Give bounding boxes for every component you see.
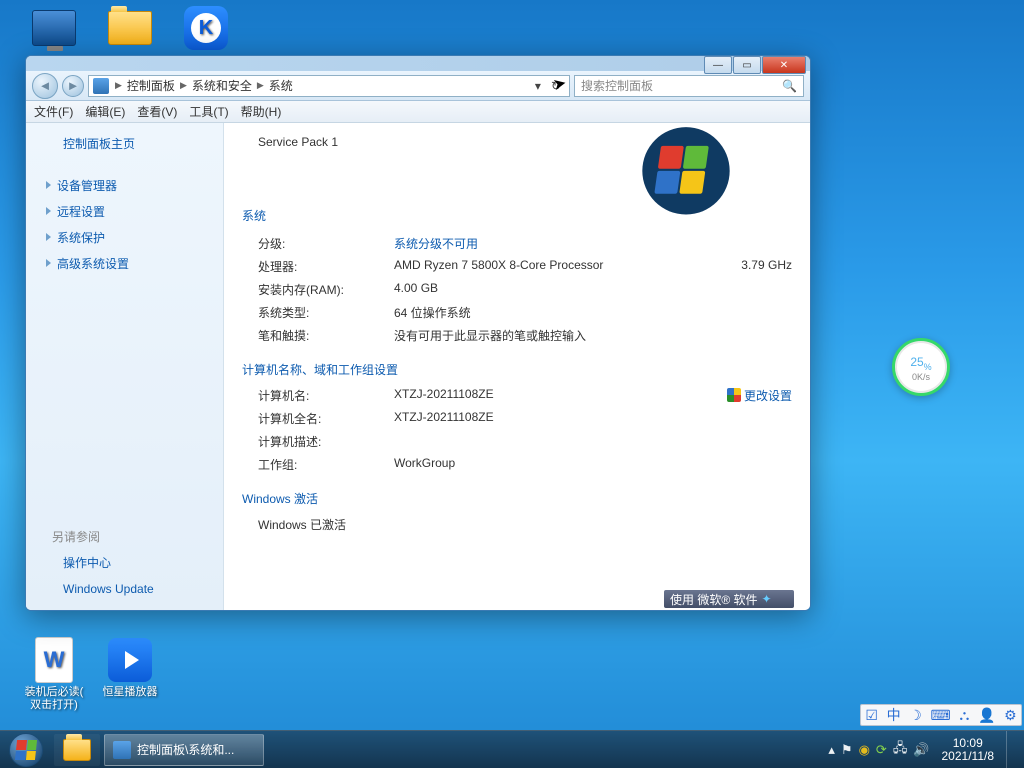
cpu-value: AMD Ryzen 7 5800X 8-Core Processor bbox=[394, 258, 741, 275]
compname-value: XTZJ-20211108ZE bbox=[394, 387, 727, 404]
sidebar: 控制面板主页 设备管理器 远程设置 系统保护 高级系统设置 另请参阅 操作中心 … bbox=[26, 123, 224, 610]
sidebar-system-protection[interactable]: 系统保护 bbox=[46, 229, 223, 247]
ime-check-icon[interactable]: ☑ bbox=[865, 707, 878, 724]
rating-link[interactable]: 系统分级不可用 bbox=[394, 235, 792, 252]
search-icon[interactable]: 🔍 bbox=[782, 79, 797, 93]
start-button[interactable] bbox=[0, 731, 52, 768]
section-activation: Windows 激活 bbox=[242, 490, 792, 507]
ime-star-icon[interactable]: ⛬ bbox=[959, 707, 969, 724]
menu-edit[interactable]: 编辑(E) bbox=[85, 103, 125, 120]
search-input[interactable]: 搜索控制面板 🔍 bbox=[574, 75, 804, 97]
minimize-button[interactable]: — bbox=[704, 56, 732, 74]
section-computer-name: 计算机名称、域和工作组设置 bbox=[242, 361, 792, 378]
menu-help[interactable]: 帮助(H) bbox=[241, 103, 282, 120]
breadcrumb-sep-icon: ▶ bbox=[115, 80, 122, 91]
change-settings-link[interactable]: 更改设置 bbox=[727, 387, 792, 404]
breadcrumb-system[interactable]: 系统 bbox=[266, 77, 296, 94]
workgroup-label: 工作组: bbox=[258, 456, 394, 473]
cpu-label: 处理器: bbox=[258, 258, 394, 275]
search-placeholder: 搜索控制面板 bbox=[581, 77, 653, 94]
ime-moon-icon[interactable]: ☽ bbox=[909, 707, 922, 724]
tray-volume-icon[interactable]: 🔊 bbox=[913, 742, 929, 758]
compname-label: 计算机名: bbox=[258, 387, 394, 404]
compfull-value: XTZJ-20211108ZE bbox=[394, 410, 792, 427]
system-tray: ▴ ⚑ ◉ ⟳ 🖧 🔊 10:09 2021/11/8 bbox=[828, 731, 1024, 768]
tray-refresh-icon[interactable]: ⟳ bbox=[876, 742, 887, 758]
desktop-icon-computer[interactable] bbox=[18, 4, 90, 54]
system-window: — ▭ ✕ ◄ ► ▶ 控制面板 ▶ 系统和安全 ▶ 系统 ▾ ↻ 搜索控制面板… bbox=[25, 55, 811, 611]
windows-logo-icon bbox=[610, 123, 762, 227]
tray-network-icon[interactable]: 🖧 bbox=[893, 739, 908, 761]
control-panel-icon bbox=[113, 741, 131, 759]
menu-file[interactable]: 文件(F) bbox=[34, 103, 73, 120]
sidebar-windows-update[interactable]: Windows Update bbox=[46, 580, 223, 598]
activation-status: Windows 已激活 bbox=[258, 516, 346, 533]
compdesc-label: 计算机描述: bbox=[258, 433, 394, 450]
ime-toolbar[interactable]: ☑ 中 ☽ ⌨ ⛬ 👤 ⚙ bbox=[860, 704, 1022, 726]
nav-forward-button[interactable]: ► bbox=[62, 75, 84, 97]
sidebar-device-manager[interactable]: 设备管理器 bbox=[46, 177, 223, 195]
tray-shield-icon[interactable]: ◉ bbox=[859, 742, 870, 758]
show-desktop-button[interactable] bbox=[1006, 731, 1020, 768]
perf-widget[interactable]: 25% 0K/s bbox=[892, 338, 950, 396]
breadcrumb-system-security[interactable]: 系统和安全 bbox=[189, 77, 255, 94]
address-bar[interactable]: ▶ 控制面板 ▶ 系统和安全 ▶ 系统 ▾ ↻ bbox=[88, 75, 570, 97]
rating-label: 分级: bbox=[258, 235, 394, 252]
sidebar-remote-settings[interactable]: 远程设置 bbox=[46, 203, 223, 221]
sidebar-action-center[interactable]: 操作中心 bbox=[46, 554, 223, 572]
menu-tools[interactable]: 工具(T) bbox=[189, 103, 228, 120]
systype-value: 64 位操作系统 bbox=[394, 304, 792, 321]
workgroup-value: WorkGroup bbox=[394, 456, 792, 473]
ime-user-icon[interactable]: 👤 bbox=[978, 707, 995, 724]
control-panel-icon bbox=[93, 78, 109, 94]
breadcrumb-control-panel[interactable]: 控制面板 bbox=[124, 77, 178, 94]
close-button[interactable]: ✕ bbox=[762, 56, 806, 74]
refresh-icon[interactable]: ↻ bbox=[547, 79, 565, 93]
windows-flag-icon bbox=[15, 740, 37, 760]
content-pane: Service Pack 1 系统 分级:系统分级不可用 处理器:AMD Ryz… bbox=[224, 123, 810, 610]
desktop-icon-k-app[interactable]: K bbox=[170, 4, 242, 54]
sidebar-home[interactable]: 控制面板主页 bbox=[46, 135, 223, 153]
ime-lang-icon[interactable]: 中 bbox=[887, 705, 901, 725]
compfull-label: 计算机全名: bbox=[258, 410, 394, 427]
systype-label: 系统类型: bbox=[258, 304, 394, 321]
desktop-icon-readme[interactable]: W装机后必读( 双击打开) bbox=[18, 636, 90, 712]
tray-clock[interactable]: 10:09 2021/11/8 bbox=[936, 737, 1001, 763]
ime-keyboard-icon[interactable]: ⌨ bbox=[931, 707, 951, 724]
address-dropdown-icon[interactable]: ▾ bbox=[531, 79, 545, 93]
maximize-button[interactable]: ▭ bbox=[733, 56, 761, 74]
taskbar: 控制面板\系统和... ▴ ⚑ ◉ ⟳ 🖧 🔊 10:09 2021/11/8 bbox=[0, 730, 1024, 768]
menu-view[interactable]: 查看(V) bbox=[137, 103, 177, 120]
ram-value: 4.00 GB bbox=[394, 281, 792, 298]
menu-bar: 文件(F) 编辑(E) 查看(V) 工具(T) 帮助(H) bbox=[26, 101, 810, 123]
tray-up-icon[interactable]: ▴ bbox=[828, 742, 835, 758]
sidebar-see-also: 另请参阅 bbox=[46, 528, 223, 546]
desktop-icon-player[interactable]: 恒星播放器 bbox=[94, 636, 166, 699]
shield-icon bbox=[727, 388, 741, 402]
window-navbar: ◄ ► ▶ 控制面板 ▶ 系统和安全 ▶ 系统 ▾ ↻ 搜索控制面板 🔍 bbox=[26, 71, 810, 101]
pen-label: 笔和触摸: bbox=[258, 327, 394, 344]
genuine-badge[interactable]: 使用 微软® 软件✦ bbox=[664, 590, 794, 608]
cpu-speed: 3.79 GHz bbox=[741, 258, 792, 275]
taskbar-item-control-panel[interactable]: 控制面板\系统和... bbox=[104, 734, 264, 766]
ram-label: 安装内存(RAM): bbox=[258, 281, 394, 298]
tray-flag-icon[interactable]: ⚑ bbox=[841, 742, 853, 758]
taskbar-item-label: 控制面板\系统和... bbox=[137, 741, 234, 758]
pen-value: 没有可用于此显示器的笔或触控输入 bbox=[394, 327, 792, 344]
desktop-icon-folder[interactable] bbox=[94, 4, 166, 54]
taskbar-pinned-explorer[interactable] bbox=[54, 734, 100, 766]
window-titlebar[interactable]: — ▭ ✕ bbox=[26, 56, 810, 71]
sidebar-advanced-settings[interactable]: 高级系统设置 bbox=[46, 255, 223, 273]
nav-back-button[interactable]: ◄ bbox=[32, 73, 58, 99]
ime-gear-icon[interactable]: ⚙ bbox=[1004, 707, 1017, 724]
